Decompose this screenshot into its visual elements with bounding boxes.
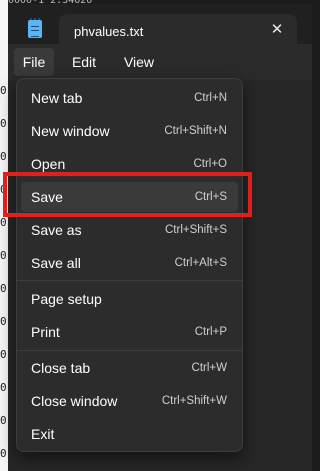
background-text-line: 0 xyxy=(0,216,7,229)
background-text-line: 0 xyxy=(0,84,7,97)
menu-item-shortcut: Ctrl+Alt+S xyxy=(174,257,227,269)
menu-edit[interactable]: Edit xyxy=(61,48,107,76)
menu-item-label: Print xyxy=(31,324,60,340)
background-editor: 0 0 0 0 0 0 0 0 0 0 0 0 xyxy=(0,0,8,471)
background-text-line: 0 xyxy=(0,447,7,460)
background-text-line: 0 xyxy=(0,315,7,328)
background-text-line: 0 xyxy=(0,282,7,295)
menu-item-shortcut: Ctrl+Shift+N xyxy=(164,125,227,137)
background-text-line: 0 xyxy=(0,348,7,361)
menu-item-label: Close window xyxy=(31,393,118,409)
menu-bar: File Edit View xyxy=(8,44,312,80)
menu-item-close-tab[interactable]: Close tab Ctrl+W xyxy=(21,353,238,383)
menu-separator xyxy=(17,350,242,351)
close-icon[interactable]: ✕ xyxy=(267,20,287,40)
background-text-line: 0 xyxy=(0,249,7,262)
background-text-line: 0 xyxy=(0,150,7,163)
menu-item-page-setup[interactable]: Page setup xyxy=(21,284,238,314)
menu-item-exit[interactable]: Exit xyxy=(21,419,238,449)
menu-item-shortcut: Ctrl+P xyxy=(194,326,227,338)
menu-view[interactable]: View xyxy=(114,48,164,76)
menu-item-shortcut: Ctrl+N xyxy=(194,92,227,104)
save-highlight-annotation xyxy=(3,172,252,217)
menu-item-new-tab[interactable]: New tab Ctrl+N xyxy=(21,83,238,113)
menu-item-shortcut: Ctrl+O xyxy=(193,158,227,170)
menu-separator xyxy=(17,280,242,281)
background-text-line: 0 xyxy=(0,381,7,394)
menu-item-label: Close tab xyxy=(31,360,91,376)
menu-file[interactable]: File xyxy=(14,48,54,76)
menu-item-new-window[interactable]: New window Ctrl+Shift+N xyxy=(21,116,238,146)
menu-item-label: New window xyxy=(31,123,110,139)
menu-item-shortcut: Ctrl+W xyxy=(191,362,227,374)
file-menu-dropdown: New tab Ctrl+N New window Ctrl+Shift+N O… xyxy=(16,78,243,452)
title-bar: phvalues.txt ✕ xyxy=(8,4,312,48)
menu-item-close-window[interactable]: Close window Ctrl+Shift+W xyxy=(21,386,238,416)
menu-item-save-as[interactable]: Save as Ctrl+Shift+S xyxy=(21,215,238,245)
menu-item-label: Save as xyxy=(31,222,82,238)
menu-item-shortcut: Ctrl+Shift+S xyxy=(165,224,227,236)
background-text-line: 0 xyxy=(0,414,7,427)
menu-item-label: Open xyxy=(31,156,66,172)
menu-item-label: Save all xyxy=(31,255,81,271)
menu-item-label: New tab xyxy=(31,90,83,106)
tab-phvalues[interactable]: phvalues.txt ✕ xyxy=(59,14,297,48)
menu-item-print[interactable]: Print Ctrl+P xyxy=(21,317,238,347)
background-text-line: 0 xyxy=(0,117,7,130)
menu-item-save-all[interactable]: Save all Ctrl+Alt+S xyxy=(21,248,238,278)
menu-item-label: Page setup xyxy=(31,291,102,307)
menu-item-label: Exit xyxy=(31,426,55,442)
notepad-icon xyxy=(28,18,42,38)
menu-item-shortcut: Ctrl+Shift+W xyxy=(161,395,227,407)
tab-title: phvalues.txt xyxy=(74,24,144,39)
